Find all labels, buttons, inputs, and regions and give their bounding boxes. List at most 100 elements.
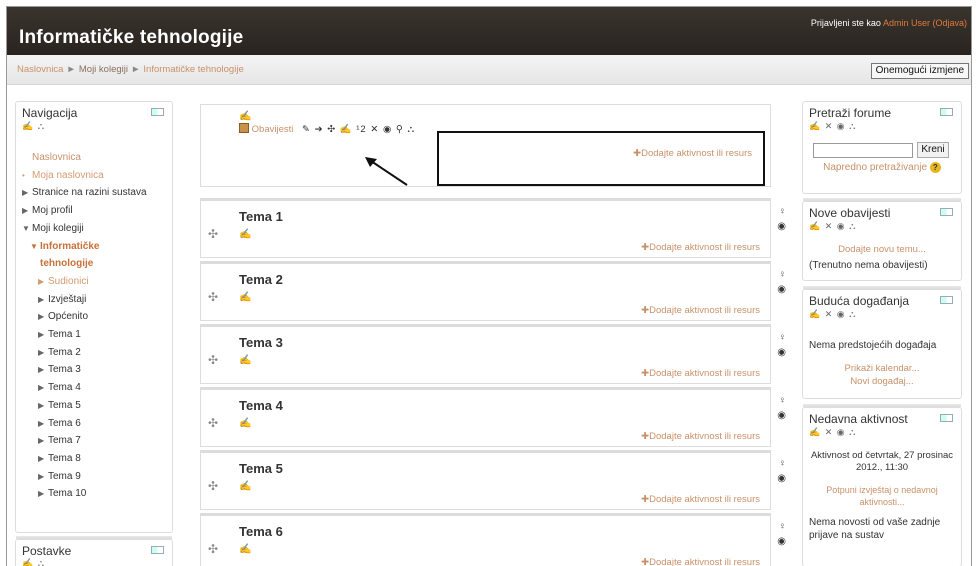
visibility-eye-icon[interactable]: ◉ xyxy=(777,284,786,295)
visibility-eye-icon[interactable]: ◉ xyxy=(777,410,786,421)
nav-item-label: Tema 1 xyxy=(48,329,81,341)
nav-item[interactable]: ▶ Izvještaji xyxy=(22,291,147,309)
visibility-eye-icon[interactable]: ◉ xyxy=(777,221,786,232)
move-section-icon[interactable]: ✣ xyxy=(208,542,218,556)
upcoming-events-title: Buduća događanja xyxy=(809,294,910,308)
dock-icon[interactable] xyxy=(151,108,164,116)
highlight-lightbulb-icon[interactable]: ♀ xyxy=(779,269,787,280)
nav-item[interactable]: ▼ Informatičke xyxy=(22,238,147,256)
section-title: Tema 2 xyxy=(239,272,283,287)
add-activity-link[interactable]: ✚Dodajte aktivnost ili resurs xyxy=(641,557,760,566)
new-event-link[interactable]: Novi događaj... xyxy=(803,376,961,387)
nav-item[interactable]: ▶ Općenito xyxy=(22,308,147,326)
help-icon[interactable]: ? xyxy=(929,162,941,173)
edit-summary-icon[interactable]: ✍ xyxy=(239,111,251,122)
dock-icon[interactable] xyxy=(940,296,953,304)
nav-item[interactable]: ▶ Tema 3 xyxy=(22,361,147,379)
edit-summary-icon[interactable]: ✍ xyxy=(239,418,251,429)
collapsed-arrow-icon: ▶ xyxy=(22,188,29,198)
block-edit-icons[interactable]: ✍ ⛬ xyxy=(22,558,45,566)
breadcrumb-home[interactable]: Naslovnica xyxy=(17,64,63,75)
visibility-eye-icon[interactable]: ◉ xyxy=(777,536,786,547)
turn-editing-off-button[interactable]: Onemogući izmjene xyxy=(870,63,969,79)
nav-item[interactable]: ▶ Tema 10 xyxy=(22,485,147,503)
nav-item[interactable]: ▶ Tema 5 xyxy=(22,397,147,415)
nav-item[interactable]: Naslovnica xyxy=(22,149,147,167)
block-edit-icons[interactable]: ✍ ⛬ xyxy=(22,121,45,132)
highlight-lightbulb-icon[interactable]: ♀ xyxy=(779,395,787,406)
add-news-topic-link[interactable]: Dodajte novu temu... xyxy=(803,244,961,255)
user-link[interactable]: Admin User xyxy=(883,18,930,28)
move-section-icon[interactable]: ✣ xyxy=(208,479,218,493)
forum-news-link[interactable]: Obavijesti xyxy=(252,124,294,135)
breadcrumb-my-courses[interactable]: Moji kolegiji xyxy=(79,64,128,75)
login-prefix: Prijavljeni ste kao xyxy=(810,18,881,28)
breadcrumb-separator: ► xyxy=(130,64,141,75)
nav-item[interactable]: ▶ Sudionici xyxy=(22,273,147,291)
search-go-button[interactable]: Kreni xyxy=(917,142,949,158)
edit-summary-icon[interactable]: ✍ xyxy=(239,355,251,366)
nav-item[interactable]: ▶ Tema 7 xyxy=(22,432,147,450)
nav-item-label: Izvještaji xyxy=(48,293,87,305)
move-section-icon[interactable]: ✣ xyxy=(208,353,218,367)
add-activity-link[interactable]: ✚Dodajte aktivnost ili resurs xyxy=(641,305,760,316)
collapsed-arrow-icon: ▶ xyxy=(38,453,45,463)
annotation-arrow-icon xyxy=(365,157,408,186)
highlight-lightbulb-icon[interactable]: ♀ xyxy=(779,206,787,217)
calendar-link[interactable]: Prikaži kalendar... xyxy=(803,363,961,374)
dock-icon[interactable] xyxy=(940,108,953,116)
block-edit-icons[interactable]: ✍ ✕ ◉ ⛬ xyxy=(809,221,856,232)
visibility-eye-icon[interactable]: ◉ xyxy=(777,473,786,484)
highlight-lightbulb-icon[interactable]: ♀ xyxy=(779,521,787,532)
edit-summary-icon[interactable]: ✍ xyxy=(239,481,251,492)
add-activity-link[interactable]: ✚Dodajte aktivnost ili resurs xyxy=(641,494,760,505)
collapsed-arrow-icon: ▶ xyxy=(38,294,45,304)
nav-item[interactable]: ▶ Tema 9 xyxy=(22,468,147,486)
nav-item[interactable]: ▼ Moji kolegiji xyxy=(22,220,147,238)
block-edit-icons[interactable]: ✍ ✕ ◉ ⛬ xyxy=(809,427,856,438)
nav-item[interactable]: • Moja naslovnica xyxy=(22,167,147,185)
collapsed-arrow-icon: ▶ xyxy=(38,436,45,446)
collapsed-arrow-icon: ▶ xyxy=(38,400,45,410)
highlight-lightbulb-icon[interactable]: ♀ xyxy=(779,332,787,343)
section-title: Tema 1 xyxy=(239,209,283,224)
nav-item-label: Tema 7 xyxy=(48,435,81,447)
nav-item[interactable]: ▶ Tema 4 xyxy=(22,379,147,397)
move-section-icon[interactable]: ✣ xyxy=(208,416,218,430)
nav-item[interactable]: ▶ Tema 8 xyxy=(22,450,147,468)
highlight-lightbulb-icon[interactable]: ♀ xyxy=(779,458,787,469)
move-section-icon[interactable]: ✣ xyxy=(208,227,218,241)
nav-item[interactable]: ▶ Moj profil xyxy=(22,202,147,220)
nav-item[interactable]: ▶ Tema 6 xyxy=(22,415,147,433)
collapsed-arrow-icon: ▶ xyxy=(38,312,45,322)
block-edit-icons[interactable]: ✍ ✕ ◉ ⛬ xyxy=(809,121,856,132)
breadcrumb-course[interactable]: Informatičke tehnologije xyxy=(143,64,243,75)
section-title: Tema 6 xyxy=(239,524,283,539)
nav-item[interactable]: tehnologije xyxy=(22,255,147,273)
visibility-eye-icon[interactable]: ◉ xyxy=(777,347,786,358)
edit-summary-icon[interactable]: ✍ xyxy=(239,229,251,240)
logout-link[interactable]: (Odjava) xyxy=(932,18,967,28)
advanced-search-link[interactable]: Napredno pretraživanje xyxy=(823,162,927,173)
edit-summary-icon[interactable]: ✍ xyxy=(239,292,251,303)
full-report-link[interactable]: Potpuni izvještaj o nedavnoj aktivnosti.… xyxy=(807,484,957,508)
nav-item[interactable]: ▶ Tema 1 xyxy=(22,326,147,344)
nav-item[interactable]: ▶ Stranice na razini sustava xyxy=(22,184,147,202)
move-section-icon[interactable]: ✣ xyxy=(208,290,218,304)
add-activity-link[interactable]: ✚Dodajte aktivnost ili resurs xyxy=(641,242,760,253)
forum-search-input[interactable] xyxy=(813,143,913,158)
news-empty-text: (Trenutno nema obavijesti) xyxy=(809,260,928,271)
add-activity-link[interactable]: ✚Dodajte aktivnost ili resurs xyxy=(641,431,760,442)
navigation-tree: Naslovnica • Moja naslovnica ▶ Stranice na r… xyxy=(22,149,147,503)
dock-icon[interactable] xyxy=(151,546,164,554)
nav-item[interactable]: ▶ Tema 2 xyxy=(22,344,147,362)
dock-icon[interactable] xyxy=(940,414,953,422)
collapsed-arrow-icon: ▶ xyxy=(38,365,45,375)
block-edit-icons[interactable]: ✍ ✕ ◉ ⛬ xyxy=(809,309,856,320)
edit-summary-icon[interactable]: ✍ xyxy=(239,544,251,555)
nav-item-label: Moji kolegiji xyxy=(32,222,84,234)
add-activity-link[interactable]: ✚Dodajte aktivnost ili resurs xyxy=(641,368,760,379)
dock-icon[interactable] xyxy=(940,208,953,216)
activity-edit-icons[interactable]: ✎ ➔ ✣ ✍ ¹2 ✕ ◉ ⚲ ⛬ xyxy=(302,124,415,135)
collapsed-arrow-icon: ▶ xyxy=(38,330,45,340)
